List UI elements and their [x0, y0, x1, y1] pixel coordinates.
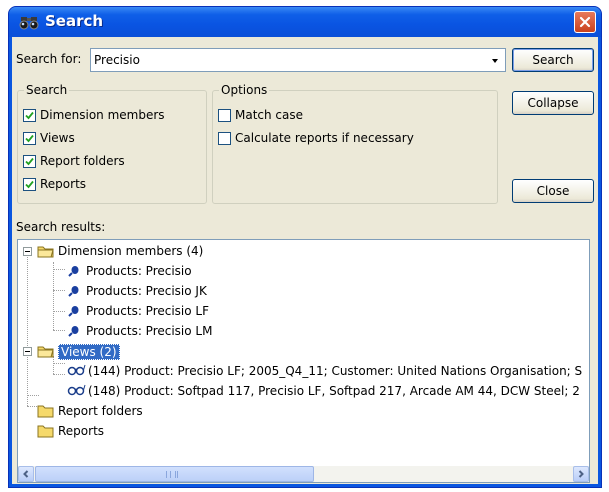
reports-label: Reports — [40, 177, 87, 191]
search-for-label: Search for: — [16, 52, 82, 66]
folder-icon — [37, 404, 55, 421]
tree-connector — [53, 330, 65, 331]
dimension-member-icon — [68, 265, 80, 280]
collapse-views-toggle[interactable] — [23, 347, 32, 356]
dimension-members-checkbox[interactable] — [23, 109, 36, 122]
window-title: Search — [45, 12, 104, 30]
scroll-thumb[interactable] — [35, 466, 314, 482]
search-button[interactable]: Search — [512, 48, 594, 72]
close-icon — [579, 16, 591, 28]
checkmark-icon — [25, 157, 34, 166]
tree-connector — [53, 290, 65, 291]
views-label: Views — [40, 131, 75, 145]
search-group-title: Search — [24, 83, 70, 97]
report-folders-label: Report folders — [40, 154, 125, 168]
tree-item-label: Products: Precisio JK — [86, 284, 207, 298]
dimension-member-icon — [68, 305, 80, 320]
report-folders-checkbox[interactable] — [23, 155, 36, 168]
tree-connector — [53, 262, 54, 330]
match-case-label: Match case — [235, 108, 304, 122]
dimension-members-label: Dimension members — [40, 108, 165, 122]
tree-item-label: (148) Product: Softpad 117, Precisio LF,… — [88, 384, 580, 398]
calculate-reports-label: Calculate reports if necessary — [235, 131, 414, 145]
dimension-member-icon — [68, 325, 80, 340]
chevron-left-icon — [23, 470, 29, 478]
match-case-checkbox[interactable] — [218, 109, 231, 122]
calculate-reports-checkbox[interactable] — [218, 132, 231, 145]
tree-connector — [27, 254, 28, 406]
search-dialog: Search Search for: Precisio Search Colla… — [8, 6, 602, 488]
binoculars-icon — [19, 12, 39, 32]
tree-item-label: Products: Precisio — [86, 264, 192, 278]
search-results-label: Search results: — [16, 220, 106, 234]
checkmark-icon — [25, 180, 34, 189]
chevron-down-icon[interactable] — [485, 49, 505, 71]
title-bar[interactable]: Search — [9, 7, 601, 37]
tree-item-label: (144) Product: Precisio LF; 2005_Q4_11; … — [88, 364, 583, 378]
views-checkbox[interactable] — [23, 132, 36, 145]
tree-node-label: Views (2) — [58, 344, 120, 360]
dimension-member-icon — [68, 285, 80, 300]
view-glasses-icon — [67, 364, 87, 379]
tree-connector — [27, 395, 39, 396]
tree-connector — [53, 311, 65, 312]
grip-icon — [166, 471, 178, 478]
search-for-value: Precisio — [94, 53, 140, 67]
tree-connector — [53, 374, 65, 375]
reports-checkbox[interactable] — [23, 178, 36, 191]
collapse-button[interactable]: Collapse — [512, 91, 594, 115]
collapse-dimension-members-toggle[interactable] — [23, 247, 32, 256]
close-window-button[interactable] — [574, 11, 596, 33]
tree-item-label: Products: Precisio LF — [86, 304, 210, 318]
folder-icon — [37, 424, 55, 441]
checkmark-icon — [25, 111, 34, 120]
tree-connector — [53, 269, 65, 270]
folder-icon — [37, 244, 55, 261]
folder-icon — [37, 344, 55, 361]
tree-connector — [53, 363, 65, 364]
scroll-right-button[interactable] — [573, 466, 589, 482]
search-for-combobox[interactable]: Precisio — [90, 48, 506, 72]
dialog-body: Search for: Precisio Search Collapse Clo… — [12, 37, 598, 484]
horizontal-scrollbar[interactable] — [18, 466, 589, 482]
chevron-right-icon — [578, 470, 584, 478]
scroll-left-button[interactable] — [18, 466, 34, 482]
tree-node-label: Reports — [58, 424, 105, 438]
tree-item-label: Products: Precisio LM — [86, 324, 213, 338]
tree-node-label: Report folders — [58, 404, 143, 418]
tree-node-label: Dimension members (4) — [58, 244, 204, 258]
close-button[interactable]: Close — [512, 179, 594, 203]
search-results-tree[interactable]: Dimension members (4) Products: Precisio… — [17, 239, 590, 483]
options-group-title: Options — [219, 83, 270, 97]
checkmark-icon — [25, 134, 34, 143]
view-glasses-icon — [67, 384, 87, 399]
